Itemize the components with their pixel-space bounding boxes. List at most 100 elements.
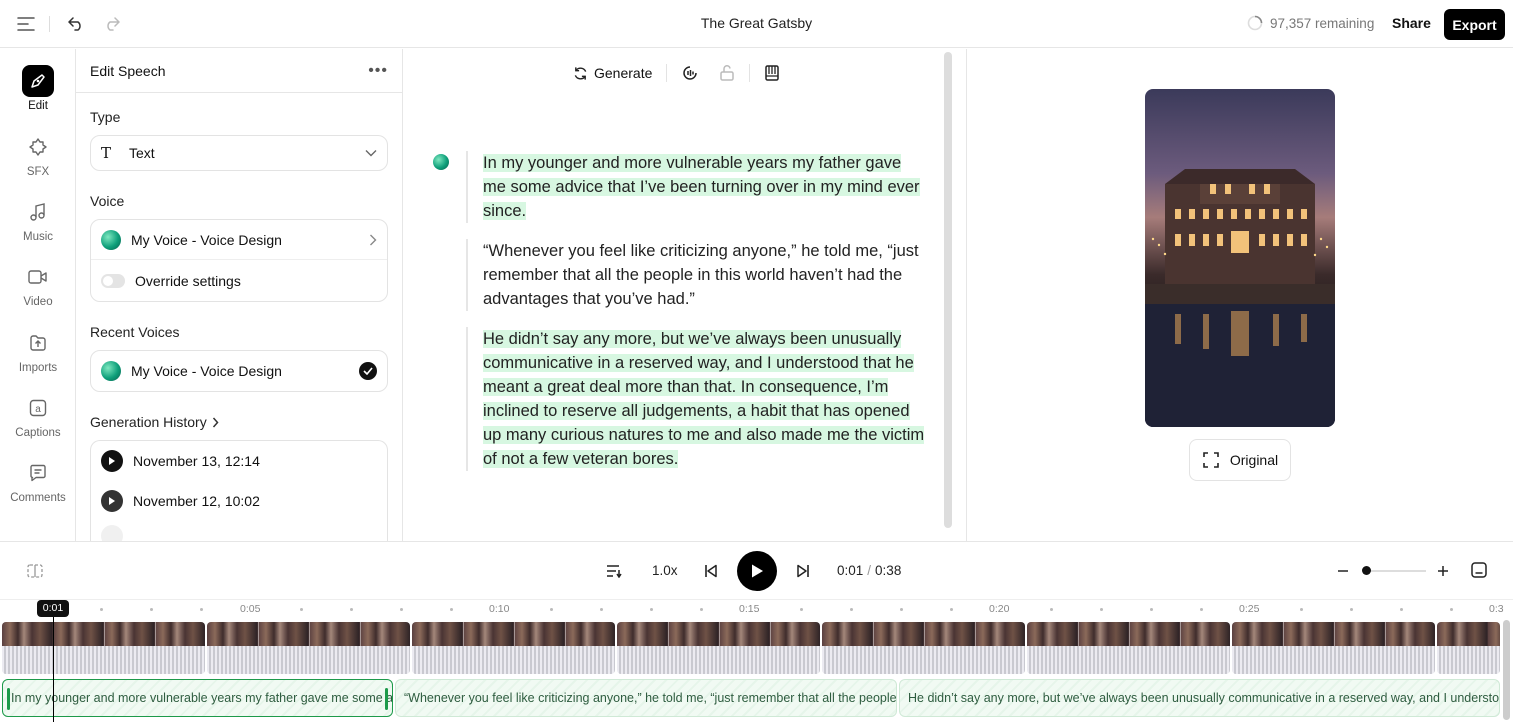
paragraph-3[interactable]: He didn’t say any more, but we’ve always… (466, 327, 928, 471)
history-item[interactable]: November 13, 12:14 (91, 441, 387, 481)
video-clip[interactable] (1437, 622, 1500, 674)
unlock-icon (720, 65, 735, 81)
voice-avatar (101, 361, 121, 381)
video-preview-panel: Original (966, 49, 1513, 541)
video-track (0, 622, 1500, 674)
tick-mark (1200, 608, 1203, 611)
recent-voice-item[interactable]: My Voice - Voice Design (90, 350, 388, 392)
notes-button[interactable] (754, 64, 790, 82)
tick-mark (550, 608, 553, 611)
zoom-slider[interactable] (1366, 570, 1426, 572)
paragraph-1[interactable]: In my younger and more vulnerable years … (466, 151, 928, 223)
speaker-avatar[interactable] (433, 154, 449, 170)
tick-mark (1350, 608, 1353, 611)
history-item-faded (91, 521, 387, 541)
skip-back-icon[interactable] (700, 560, 722, 582)
voice-settings-button[interactable] (671, 64, 709, 82)
video-clip[interactable] (617, 622, 820, 674)
playhead[interactable] (53, 600, 54, 722)
share-button[interactable]: Share (1392, 15, 1431, 31)
zoom-slider-handle[interactable] (1362, 566, 1371, 575)
video-clip[interactable] (207, 622, 410, 674)
voice-label: Voice (90, 193, 125, 209)
override-toggle[interactable] (101, 273, 125, 288)
history-item[interactable]: November 12, 10:02 (91, 481, 387, 521)
play-icon[interactable] (101, 490, 123, 512)
video-clip[interactable] (2, 622, 205, 674)
rail-item-music[interactable]: Music (0, 196, 76, 243)
speech-clip[interactable]: He didn’t say any more, but we’ve always… (899, 679, 1500, 717)
zoom-in-icon[interactable] (1434, 560, 1452, 582)
video-clip[interactable] (822, 622, 1025, 674)
history-date: November 13, 12:14 (133, 453, 260, 469)
top-bar: The Great Gatsby 97,357 remaining Share … (0, 0, 1513, 48)
paragraph-text[interactable]: “Whenever you feel like criticizing anyo… (483, 242, 919, 308)
rail-item-imports[interactable]: Imports (0, 327, 76, 374)
text-type-icon: T (101, 144, 112, 162)
edit-icon (22, 65, 54, 97)
more-options-icon[interactable]: ••• (368, 62, 388, 80)
rail-item-sfx[interactable]: SFX (0, 131, 76, 178)
loading-ring-icon (1247, 15, 1263, 31)
play-icon (752, 564, 763, 578)
generation-history-link[interactable]: Generation History (90, 414, 219, 430)
rail-item-video[interactable]: Video (0, 261, 76, 308)
timeline[interactable]: 0:05 0:10 0:15 0:20 0:25 0:3 In my young… (0, 599, 1513, 722)
fullscreen-icon (1203, 452, 1219, 468)
speech-clip[interactable]: In my younger and more vulnerable years … (2, 679, 393, 717)
zoom-out-icon[interactable] (1334, 560, 1352, 582)
type-select[interactable]: T Text (90, 135, 388, 171)
tick-mark (1050, 608, 1053, 611)
play-icon (101, 525, 123, 541)
video-clip[interactable] (1027, 622, 1230, 674)
tick-mark (450, 608, 453, 611)
playhead-time[interactable]: 0:01 (37, 600, 69, 617)
split-view-icon[interactable] (24, 560, 46, 582)
notebook-icon (765, 65, 780, 81)
editor-toolbar: Generate (563, 61, 790, 85)
tick-mark (800, 608, 803, 611)
playback-speed[interactable]: 1.0x (652, 563, 678, 578)
paragraph-text[interactable]: In my younger and more vulnerable years … (483, 154, 920, 220)
rail-label: Music (22, 231, 54, 243)
tick-mark (1150, 608, 1153, 611)
timeline-scrollbar[interactable] (1503, 620, 1510, 720)
rail-item-edit[interactable]: Edit (0, 65, 76, 112)
play-button[interactable] (737, 551, 777, 591)
skip-forward-icon[interactable] (792, 560, 814, 582)
voice-card: My Voice - Voice Design Override setting… (90, 219, 388, 302)
chevron-right-icon (212, 417, 219, 427)
music-icon (22, 196, 54, 228)
total-time: 0:38 (875, 563, 902, 578)
sfx-icon (22, 131, 54, 163)
editor-scrollbar[interactable] (944, 52, 952, 528)
comments-icon (22, 457, 54, 489)
generate-button[interactable]: Generate (563, 65, 662, 81)
video-clip[interactable] (1232, 622, 1435, 674)
upload-icon (22, 327, 54, 359)
play-icon[interactable] (101, 450, 123, 472)
generate-label: Generate (594, 65, 653, 81)
tick-label: 0:05 (240, 603, 261, 615)
tick-label: 0:10 (489, 603, 510, 615)
export-button[interactable]: Export (1444, 9, 1505, 40)
voice-name: My Voice - Voice Design (131, 231, 282, 248)
rail-item-captions[interactable]: a Captions (0, 392, 76, 439)
captions-toggle-icon[interactable] (1468, 559, 1490, 581)
remaining-text: 97,357 remaining (1270, 15, 1375, 31)
lock-button[interactable] (709, 64, 745, 82)
playlist-icon[interactable] (604, 560, 626, 582)
time-ruler[interactable]: 0:05 0:10 0:15 0:20 0:25 0:3 (0, 600, 1513, 620)
paragraph-2[interactable]: “Whenever you feel like criticizing anyo… (466, 239, 928, 311)
tick-mark (1300, 608, 1303, 611)
tick-mark (1100, 608, 1103, 611)
svg-text:a: a (35, 404, 41, 415)
speech-clip[interactable]: “Whenever you feel like criticizing anyo… (395, 679, 897, 717)
video-clip[interactable] (412, 622, 615, 674)
tick-mark (100, 608, 103, 611)
rail-item-comments[interactable]: Comments (0, 457, 76, 504)
voice-selector[interactable]: My Voice - Voice Design (91, 220, 387, 260)
paragraph-text[interactable]: He didn’t say any more, but we’ve always… (483, 330, 925, 468)
original-aspect-button[interactable]: Original (1189, 439, 1291, 481)
type-value: Text (129, 145, 155, 161)
